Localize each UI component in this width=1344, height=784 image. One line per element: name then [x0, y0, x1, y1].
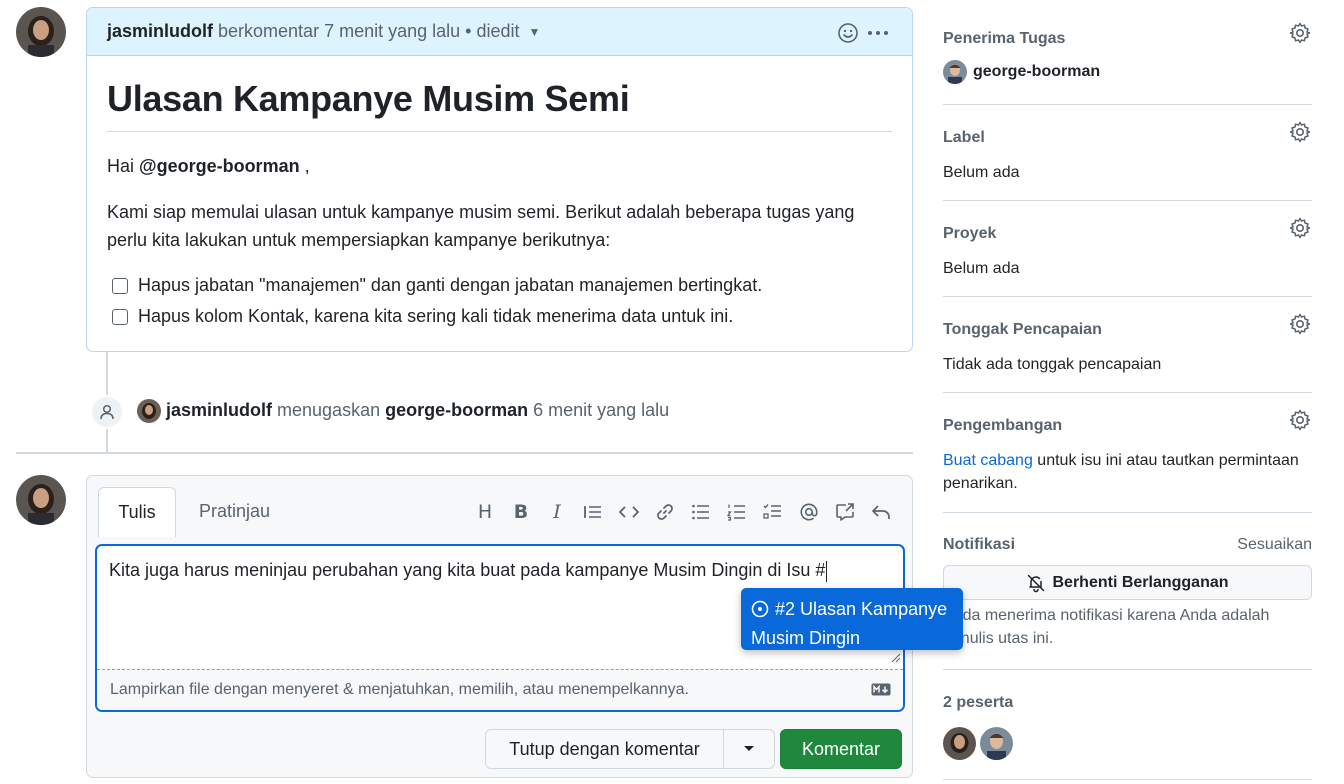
markdown-icon[interactable] — [871, 683, 891, 701]
sidebar-milestone: Tonggak Pencapaian Tidak ada tonggak pen… — [943, 313, 1312, 376]
sidebar-divider — [943, 512, 1312, 513]
assignee-avatar[interactable] — [943, 60, 967, 84]
comment-author[interactable]: jasminludolf — [107, 21, 213, 42]
participant-avatar[interactable] — [980, 727, 1013, 760]
event-actor-avatar[interactable] — [137, 399, 161, 423]
italic-icon[interactable]: I — [539, 498, 575, 526]
kebab-menu-icon[interactable] — [865, 20, 891, 46]
comment-title: Ulasan Kampanye Musim Semi — [107, 78, 892, 132]
sidebar-divider — [943, 200, 1312, 201]
comment-text[interactable]: Kita juga harus meninjau perubahan yang … — [109, 560, 828, 582]
sidebar-heading[interactable]: Penerima Tugas — [943, 30, 1312, 48]
reply-icon[interactable] — [863, 498, 899, 526]
current-user-avatar[interactable] — [16, 475, 66, 525]
task-item: Hapus jabatan "manajemen" dan ganti deng… — [112, 270, 892, 301]
timeline-separator — [16, 452, 913, 454]
sidebar-labels: Label Belum ada — [943, 121, 1312, 184]
sidebar-heading: 2 peserta — [943, 694, 1014, 711]
gear-icon[interactable] — [1288, 120, 1312, 144]
close-options-button[interactable] — [724, 730, 774, 768]
sidebar-divider — [943, 669, 1312, 670]
unsubscribe-button[interactable]: Berhenti Berlangganan — [943, 565, 1312, 600]
create-branch-link[interactable]: Buat cabang — [943, 452, 1033, 469]
comment-meta[interactable]: berkomentar 7 menit yang lalu • diedit — [218, 21, 519, 42]
tab-write[interactable]: Tulis — [98, 487, 176, 537]
ordered-list-icon[interactable] — [719, 498, 755, 526]
projects-value: Belum ada — [943, 260, 1020, 277]
bold-icon[interactable]: B — [503, 498, 539, 526]
issue-comment: jasminludolf berkomentar 7 menit yang la… — [86, 7, 913, 352]
sidebar-divider — [943, 104, 1312, 105]
resize-handle-icon[interactable] — [889, 650, 901, 668]
chevron-down-icon — [744, 746, 754, 751]
sidebar-development: Pengembangan Buat cabang untuk isu ini a… — [943, 409, 1312, 495]
comment-body: Ulasan Kampanye Musim Semi Hai @george-b… — [87, 56, 912, 332]
notification-description: Anda menerima notifikasi karena Anda ada… — [943, 607, 1270, 647]
markdown-toolbar: H B I — [467, 498, 899, 526]
bell-slash-icon — [1028, 574, 1045, 592]
milestone-value: Tidak ada tonggak pencapaian — [943, 356, 1162, 373]
task-checkbox[interactable] — [112, 277, 128, 294]
sidebar-divider — [943, 392, 1312, 393]
sidebar-notifications: Notifikasi Sesuaikan — [943, 536, 1312, 554]
sidebar-heading[interactable]: Proyek — [943, 225, 1312, 243]
comment-header: jasminludolf berkomentar 7 menit yang la… — [87, 8, 912, 56]
task-list-icon[interactable] — [755, 498, 791, 526]
task-list: Hapus jabatan "manajemen" dan ganti deng… — [107, 270, 892, 332]
sidebar-heading[interactable]: Label — [943, 129, 1312, 147]
sidebar-heading[interactable]: Tonggak Pencapaian — [943, 321, 1312, 339]
greeting: Hai @george-boorman , — [107, 156, 310, 176]
sidebar-divider — [943, 779, 1312, 780]
gear-icon[interactable] — [1288, 408, 1312, 432]
unordered-list-icon[interactable] — [683, 498, 719, 526]
assignment-event: jasminludolf menugaskan george-boorman 6… — [166, 400, 670, 420]
sidebar-divider — [943, 296, 1312, 297]
heading-icon[interactable]: H — [467, 498, 503, 526]
sidebar-projects: Proyek Belum ada — [943, 217, 1312, 280]
task-checkbox[interactable] — [112, 308, 128, 325]
event-target[interactable]: george-boorman — [385, 400, 528, 420]
issue-suggestion[interactable]: #2 Ulasan Kampanye Musim Dingin — [741, 588, 963, 650]
comment-button[interactable]: Komentar — [780, 729, 902, 769]
close-with-comment-button[interactable]: Tutup dengan komentar — [486, 730, 724, 768]
assignee-name[interactable]: george-boorman — [973, 63, 1100, 81]
quote-icon[interactable] — [575, 498, 611, 526]
mention-icon[interactable] — [791, 498, 827, 526]
participant-avatar[interactable] — [943, 727, 976, 760]
labels-value: Belum ada — [943, 164, 1020, 181]
task-item: Hapus kolom Kontak, karena kita sering k… — [112, 301, 892, 332]
gear-icon[interactable] — [1288, 21, 1312, 45]
smiley-icon[interactable] — [835, 20, 861, 46]
link-icon[interactable] — [647, 498, 683, 526]
code-icon[interactable] — [611, 498, 647, 526]
sidebar-participants: 2 peserta — [943, 694, 1312, 712]
gear-icon[interactable] — [1288, 216, 1312, 240]
sidebar-heading[interactable]: Pengembangan — [943, 417, 1312, 435]
event-actor[interactable]: jasminludolf — [166, 400, 272, 420]
person-icon — [90, 395, 124, 429]
comment-paragraph: Kami siap memulai ulasan untuk kampanye … — [107, 202, 855, 250]
mention-link[interactable]: @george-boorman — [139, 156, 300, 176]
sidebar-assignees: Penerima Tugas george-boorman — [943, 22, 1312, 84]
author-avatar[interactable] — [16, 7, 66, 57]
gear-icon[interactable] — [1288, 312, 1312, 336]
close-button-group: Tutup dengan komentar — [485, 729, 775, 769]
tab-preview[interactable]: Pratinjau — [187, 487, 282, 536]
chevron-down-icon[interactable]: ▼ — [528, 25, 540, 39]
attach-files-zone[interactable]: Lampirkan file dengan menyeret & menjatu… — [97, 669, 903, 710]
issue-open-icon — [751, 599, 769, 625]
development-value: Buat cabang untuk isu ini atau tautkan p… — [943, 452, 1299, 492]
customize-link[interactable]: Sesuaikan — [1237, 536, 1312, 554]
cross-reference-icon[interactable] — [827, 498, 863, 526]
